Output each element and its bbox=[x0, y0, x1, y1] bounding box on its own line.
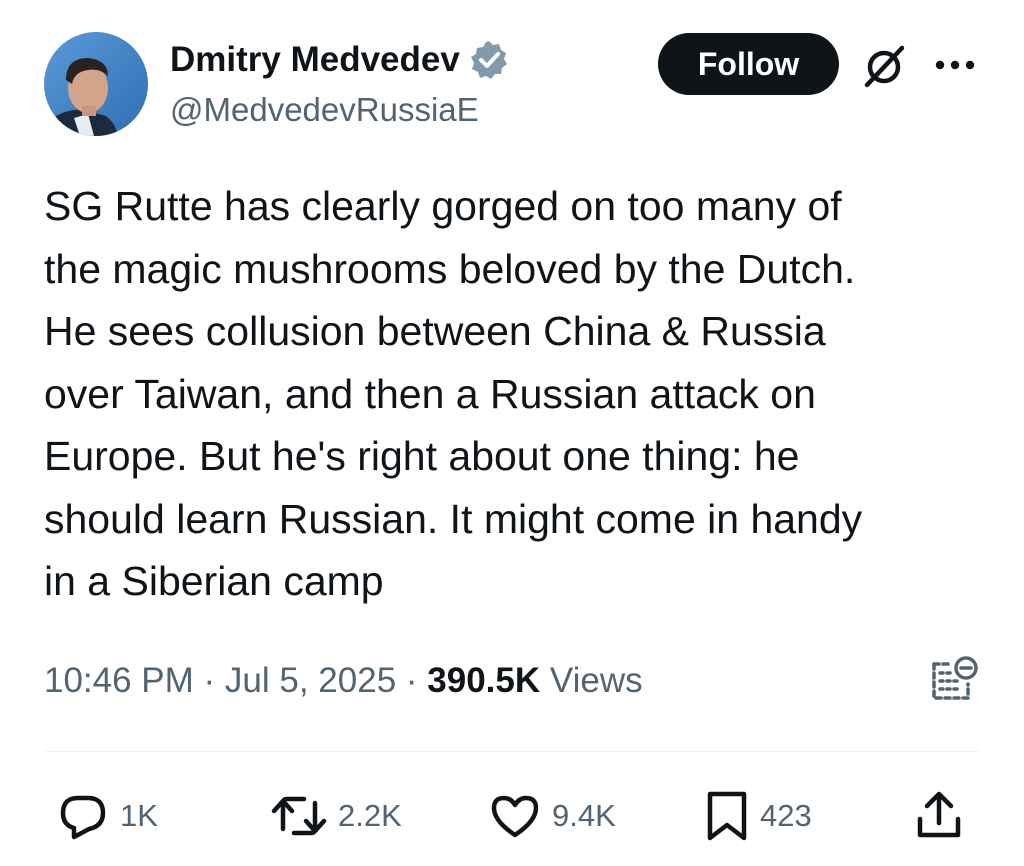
author-name[interactable]: Dmitry Medvedev bbox=[170, 38, 460, 82]
reply-count: 1K bbox=[120, 798, 158, 833]
author-name-row[interactable]: Dmitry Medvedev bbox=[170, 38, 510, 82]
author-handle[interactable]: @MedvedevRussiaE bbox=[170, 88, 479, 132]
verified-badge-icon[interactable] bbox=[468, 39, 510, 81]
repost-icon bbox=[271, 796, 327, 836]
repost-button[interactable]: 2.2K bbox=[270, 789, 402, 843]
more-options-icon[interactable] bbox=[933, 58, 977, 72]
views-label: Views bbox=[540, 661, 643, 700]
share-button[interactable] bbox=[912, 789, 966, 843]
tweet-text-line: SG Rutte has clearly gorged on too many … bbox=[44, 183, 842, 229]
tweet-meta: 10:46 PM · Jul 5, 2025 · 390.5K Views bbox=[44, 656, 643, 706]
heart-icon bbox=[491, 795, 539, 838]
views-count: 390.5K bbox=[427, 661, 541, 700]
bookmark-button[interactable]: 423 bbox=[704, 789, 812, 843]
tweet-text-line: in a Siberian camp bbox=[44, 558, 384, 604]
bookmark-icon bbox=[707, 791, 747, 841]
grok-icon[interactable] bbox=[862, 44, 906, 88]
tweet-date[interactable]: Jul 5, 2025 bbox=[225, 661, 396, 700]
view-analytics-icon[interactable] bbox=[928, 654, 980, 706]
tweet-text-line: He sees collusion between China & Russia bbox=[44, 308, 826, 354]
meta-separator: · bbox=[396, 661, 428, 700]
reply-icon bbox=[60, 795, 106, 840]
tweet-text-line: the magic mushrooms beloved by the Dutch… bbox=[44, 245, 856, 292]
tweet-time[interactable]: 10:46 PM bbox=[44, 661, 194, 700]
tweet-text-line: Europe. But he's right about one thing: … bbox=[44, 433, 800, 479]
like-button[interactable]: 9.4K bbox=[488, 789, 616, 843]
divider bbox=[44, 751, 980, 752]
bookmark-count: 423 bbox=[760, 798, 812, 833]
repost-count: 2.2K bbox=[338, 798, 402, 833]
meta-separator: · bbox=[193, 661, 225, 700]
like-count: 9.4K bbox=[552, 798, 616, 833]
avatar[interactable] bbox=[44, 32, 148, 136]
follow-button[interactable]: Follow bbox=[658, 33, 839, 95]
tweet-text-line: over Taiwan, and then a Russian attack o… bbox=[44, 370, 816, 417]
tweet-text: SG Rutte has clearly gorged on too many … bbox=[44, 175, 984, 613]
avatar-photo bbox=[44, 32, 148, 136]
tweet-text-line: should learn Russian. It might come in h… bbox=[44, 495, 863, 542]
share-icon bbox=[917, 791, 961, 838]
reply-button[interactable]: 1K bbox=[56, 789, 158, 843]
